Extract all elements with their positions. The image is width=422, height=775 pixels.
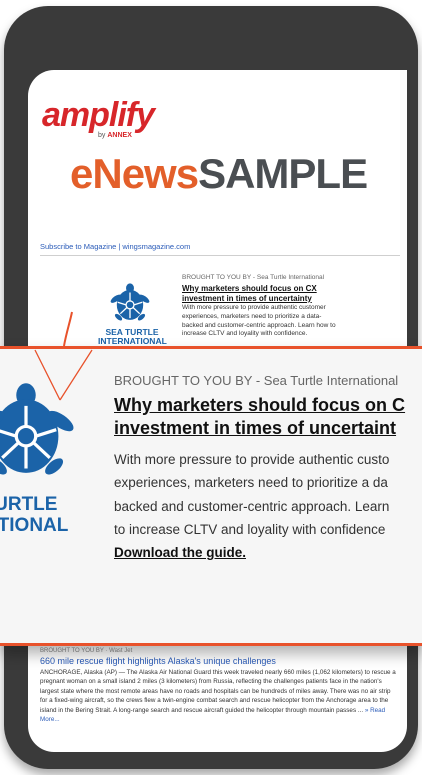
story-sponsor-line: BROUGHT TO YOU BY · Wast Jet [40,648,133,654]
divider [40,255,400,256]
logo-by-prefix: by [98,132,106,139]
brand-line-1-zoom: TURTLE [0,494,58,515]
news-story: BROUGHT TO YOU BY · Wast Jet 660 mile re… [40,648,398,725]
body-line-1: With more pressure to provide authentic … [114,452,390,468]
ad-headline-small[interactable]: Why marketers should focus on CX investm… [182,284,342,303]
ad-body-small: With more pressure to provide authentic … [182,304,336,338]
sea-turtle-wordmark-zoom: TURTLE NATIONAL [0,494,100,537]
ad-body-zoom: With more pressure to provide authentic … [114,448,422,541]
newsletter-title: eNewsSAMPLE [70,150,368,198]
ad-sponsor-line-small: BROUGHT TO YOU BY - Sea Turtle Internati… [182,274,325,281]
logo-by-brand: ANNEX [107,132,132,139]
zoomed-ad-text: BROUGHT TO YOU BY - Sea Turtle Internati… [114,373,422,564]
sea-turtle-wordmark-small: SEA TURTLE INTERNATIONAL [98,328,167,346]
body-line-3: backed and customer-centric approach. Le… [114,498,390,514]
download-guide-link[interactable]: Download the guide. [114,541,422,564]
brand-line-2: INTERNATIONAL [98,335,167,346]
title-enews: eNews [70,150,199,197]
amplify-logo: amplify [42,96,155,134]
subscribe-link[interactable]: Subscribe to Magazine | wingsmagazine.co… [40,242,190,251]
sea-turtle-icon [0,383,74,475]
body-line-2: experiences, marketers need to prioritiz… [114,475,388,491]
story-headline[interactable]: 660 mile rescue flight highlights Alaska… [40,656,398,666]
brand-line-2-zoom: NATIONAL [0,514,69,536]
story-body: ANCHORAGE, Alaska (AP) — The Alaska Air … [40,668,398,725]
logo-byline: by ANNEX [98,132,132,139]
title-sample: SAMPLE [198,150,368,197]
body-line-4: to increase CLTV and loyality with confi… [114,521,386,537]
ad-sponsor-line-zoom: BROUGHT TO YOU BY - Sea Turtle Internati… [114,373,399,388]
zoomed-ad-callout: TURTLE NATIONAL BROUGHT TO YOU BY - Sea … [0,346,422,646]
story-body-text: ANCHORAGE, Alaska (AP) — The Alaska Air … [40,669,396,714]
headline-line-1: Why marketers should focus on C [114,395,406,415]
ad-headline-zoom[interactable]: Why marketers should focus on C investme… [114,394,422,440]
headline-line-2: investment in times of uncertaint [114,418,397,439]
sea-turtle-icon [110,283,150,321]
